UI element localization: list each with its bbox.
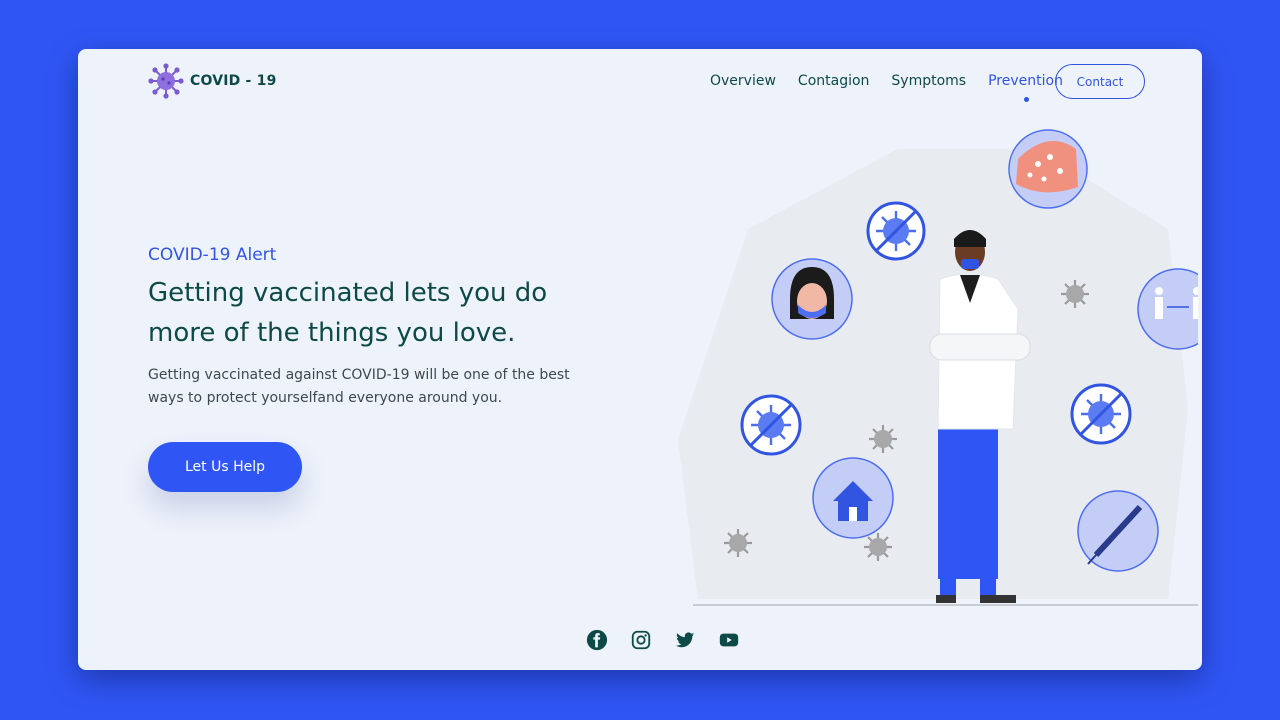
nav-overview[interactable]: Overview (710, 73, 776, 89)
youtube-icon[interactable] (718, 629, 740, 651)
nav-contagion[interactable]: Contagion (798, 73, 870, 89)
hero-description: Getting vaccinated against COVID-19 will… (148, 367, 570, 406)
virus-icon (148, 63, 184, 99)
no-virus-bubble-3 (1070, 383, 1132, 445)
let-us-help-button[interactable]: Let Us Help (148, 442, 302, 492)
nav-symptoms[interactable]: Symptoms (891, 73, 966, 89)
nav-overview-label: Overview (710, 73, 776, 89)
nav-prevention-label: Prevention (988, 73, 1063, 89)
prevention-illustration (678, 129, 1198, 606)
hand-washing-bubble (1008, 129, 1088, 209)
vaccine-bubble (1077, 490, 1159, 572)
hero-headline: Getting vaccinated lets you do more of t… (148, 278, 548, 348)
nav-prevention[interactable]: Prevention (988, 73, 1063, 102)
instagram-icon[interactable] (630, 629, 652, 651)
nav-contagion-label: Contagion (797, 73, 870, 89)
no-virus-bubble-1 (866, 201, 926, 261)
brand-logo[interactable]: COVID - 19 (148, 63, 277, 99)
social-links (586, 629, 740, 651)
nav-symptoms-label: Symptoms (891, 73, 967, 89)
no-virus-bubble-2 (740, 394, 802, 456)
contact-button[interactable]: Contact (1055, 64, 1145, 99)
mask-woman-bubble (771, 258, 853, 340)
stay-home-bubble (812, 457, 894, 539)
twitter-icon[interactable] (674, 629, 696, 651)
brand-name: COVID - 19 (190, 73, 277, 89)
alert-label: COVID-19 Alert (148, 245, 277, 265)
main-nav: Overview Contagion Symptoms Prevention (710, 73, 1085, 102)
main-card: COVID - 19 Overview Contagion Symptoms P… (78, 49, 1202, 670)
active-indicator (1023, 97, 1029, 102)
facebook-icon[interactable] (586, 629, 608, 651)
